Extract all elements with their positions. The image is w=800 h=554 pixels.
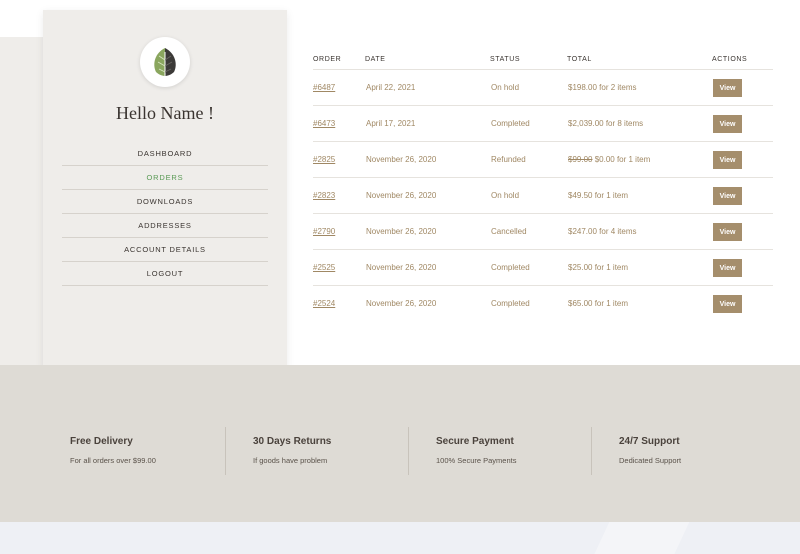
- view-order-button[interactable]: View: [713, 259, 742, 277]
- column-header-status: STATUS: [490, 56, 521, 63]
- menu-item-account-details[interactable]: ACCOUNT DETAILS: [62, 238, 268, 262]
- order-date: November 26, 2020: [366, 299, 437, 308]
- feature-title: 24/7 Support: [619, 436, 680, 447]
- order-total: $247.00 for 4 items: [568, 227, 636, 236]
- feature-title: 30 Days Returns: [253, 436, 332, 447]
- order-total-value: $49.50 for 1 item: [568, 191, 629, 200]
- column-header-actions: ACTIONS: [712, 56, 748, 63]
- feature-divider: [591, 427, 592, 475]
- feature-divider: [408, 427, 409, 475]
- order-number-link[interactable]: #2524: [313, 299, 335, 308]
- decorative-stripe: [586, 522, 694, 554]
- table-row: #6487 April 22, 2021 On hold $198.00 for…: [313, 70, 773, 106]
- account-menu: DASHBOARD ORDERS DOWNLOADS ADDRESSES ACC…: [62, 142, 268, 286]
- view-order-button[interactable]: View: [713, 151, 742, 169]
- order-status: Completed: [491, 119, 530, 128]
- leaf-logo-icon: [154, 48, 176, 77]
- order-number-link[interactable]: #6487: [313, 83, 335, 92]
- feature-support: 24/7 Support Dedicated Support: [619, 428, 681, 476]
- table-row: #2823 November 26, 2020 On hold $49.50 f…: [313, 178, 773, 214]
- order-number-link[interactable]: #2525: [313, 263, 335, 272]
- column-header-total: TOTAL: [567, 56, 592, 63]
- order-total: $99.00 $0.00 for 1 item: [568, 155, 650, 164]
- feature-subtitle: Dedicated Support: [619, 456, 682, 465]
- feature-title: Free Delivery: [70, 436, 133, 447]
- order-total: $65.00 for 1 item: [568, 299, 628, 308]
- order-total: $25.00 for 1 item: [568, 263, 628, 272]
- order-status: On hold: [491, 83, 520, 92]
- order-total-value: $2,039.00 for 8 items: [568, 119, 644, 128]
- table-row: #2825 November 26, 2020 Refunded $99.00 …: [313, 142, 773, 178]
- order-date: November 26, 2020: [366, 263, 437, 272]
- order-number-link[interactable]: #6473: [313, 119, 335, 128]
- menu-item-downloads[interactable]: DOWNLOADS: [62, 190, 268, 214]
- feature-subtitle: For all orders over $99.00: [70, 456, 156, 465]
- order-date: November 26, 2020: [366, 155, 437, 164]
- order-status: Cancelled: [491, 227, 527, 236]
- order-total-value: $198.00 for 2 items: [568, 83, 637, 92]
- feature-returns: 30 Days Returns If goods have problem: [253, 428, 331, 476]
- orders-table-header: ORDER DATE STATUS TOTAL ACTIONS: [313, 52, 773, 70]
- table-row: #2524 November 26, 2020 Completed $65.00…: [313, 286, 773, 322]
- order-total-value: $0.00 for 1 item: [594, 155, 651, 164]
- bottom-strip: [0, 522, 800, 554]
- menu-item-addresses[interactable]: ADDRESSES: [62, 214, 268, 238]
- order-status: Completed: [491, 263, 530, 272]
- order-date: April 22, 2021: [366, 83, 416, 92]
- order-number-link[interactable]: #2823: [313, 191, 335, 200]
- feature-subtitle: 100% Secure Payments: [436, 456, 517, 465]
- column-header-date: DATE: [365, 56, 386, 63]
- order-total-value: $25.00 for 1 item: [568, 263, 629, 272]
- order-number-link[interactable]: #2790: [313, 227, 335, 236]
- feature-divider: [225, 427, 226, 475]
- order-total-value: $65.00 for 1 item: [568, 299, 629, 308]
- view-order-button[interactable]: View: [713, 187, 742, 205]
- avatar: [140, 37, 190, 87]
- column-header-order: ORDER: [313, 56, 342, 63]
- order-number-link[interactable]: #2825: [313, 155, 335, 164]
- feature-secure-payment: Secure Payment 100% Secure Payments: [436, 428, 516, 476]
- order-status: Refunded: [491, 155, 526, 164]
- order-original-total: $99.00: [568, 155, 593, 164]
- order-status: On hold: [491, 191, 520, 200]
- table-row: #6473 April 17, 2021 Completed $2,039.00…: [313, 106, 773, 142]
- order-date: April 17, 2021: [366, 119, 416, 128]
- feature-free-delivery: Free Delivery For all orders over $99.00: [70, 428, 156, 476]
- menu-item-logout[interactable]: LOGOUT: [62, 262, 268, 286]
- account-sidebar: Hello Name ! DASHBOARD ORDERS DOWNLOADS …: [43, 10, 287, 392]
- feature-subtitle: If goods have problem: [253, 456, 328, 465]
- view-order-button[interactable]: View: [713, 295, 742, 313]
- order-total: $198.00 for 2 items: [568, 83, 636, 92]
- order-date: November 26, 2020: [366, 227, 437, 236]
- view-order-button[interactable]: View: [713, 79, 742, 97]
- table-row: #2525 November 26, 2020 Completed $25.00…: [313, 250, 773, 286]
- order-date: November 26, 2020: [366, 191, 437, 200]
- greeting: Hello Name !: [116, 103, 214, 123]
- order-status: Completed: [491, 299, 530, 308]
- order-total-value: $247.00 for 4 items: [568, 227, 637, 236]
- table-row: #2790 November 26, 2020 Cancelled $247.0…: [313, 214, 773, 250]
- order-total: $2,039.00 for 8 items: [568, 119, 643, 128]
- order-total: $49.50 for 1 item: [568, 191, 628, 200]
- menu-item-orders[interactable]: ORDERS: [62, 166, 268, 190]
- feature-title: Secure Payment: [436, 436, 514, 447]
- view-order-button[interactable]: View: [713, 223, 742, 241]
- menu-item-dashboard[interactable]: DASHBOARD: [62, 142, 268, 166]
- view-order-button[interactable]: View: [713, 115, 742, 133]
